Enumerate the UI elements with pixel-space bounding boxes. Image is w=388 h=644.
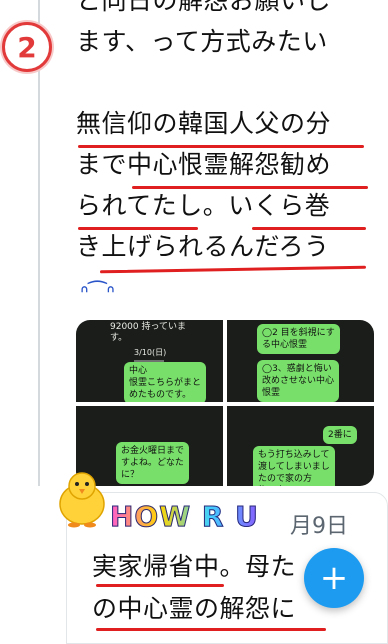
media-grid[interactable]: 92000 持っていま す。 3/10(日) 中心 恨霊こちらがまと めたもので… [76,320,374,486]
tweet-line-5: まで中心恨霊解怨勧め [76,150,332,179]
underline-2 [132,186,368,189]
image2-bubble-2: ◯3、惑劇と悔い 改めさせない中心 恨霊 [257,360,340,402]
tweet-line-1: と同日の解怨お願いし [76,0,332,15]
tweet-line-7: き上げられるんだろう [76,232,330,261]
number-marker: 2 [2,22,52,72]
image1-bubble: 中心 恨霊こちらがまと めたものです。 [124,362,207,402]
image4-bubble-1: 2番に [323,426,357,444]
tweet2-underline-1 [96,584,224,587]
image2-bubble-1: ◯2 目を斜視にす る中心恨霊 [257,324,340,354]
image3-bubble: お金火曜日まで すよね。どなた に？ [116,442,190,484]
sticker-text: HOW R U [110,500,259,534]
chick-sticker-icon [59,472,105,528]
image4-bubble-2: もう打ち込みして 渡してしまいまし たので家の方 物の方 [253,446,335,486]
media-image-2[interactable]: ◯2 目を斜視にす る中心恨霊 ◯3、惑劇と悔い 改めさせない中心 恨霊 [227,320,374,402]
image1-top-text: 92000 持っていま す。 [110,322,187,343]
marker-number: 2 [17,30,37,64]
face-emoji: ᐢ⁀ᐢ [80,282,115,307]
media-image-1[interactable]: 92000 持っていま す。 3/10(日) 中心 恨霊こちらがまと めたもので… [76,320,223,402]
tweet-line-6: られてたし。いくら巻 [76,191,331,220]
compose-button[interactable]: + [304,548,364,608]
tweet-line-2: ます、って方式みたい [76,27,328,56]
image1-date: 3/10(日) [134,348,167,357]
tweet-line-4: 無信仰の韓国人父の分 [76,109,332,138]
media-image-4[interactable]: 2番に もう打ち込みして 渡してしまいまし たので家の方 物の方 [227,406,374,486]
plus-icon: + [319,558,349,598]
how-r-u-sticker: HOW R U [110,500,259,534]
tweet2-date: 月9日 [290,514,348,539]
underline-4 [252,227,366,230]
tweet-line-3 [76,62,381,103]
underline-3 [78,227,198,230]
tweet2-underline-2 [96,628,326,631]
underline-1 [78,145,364,148]
thread-line [38,0,40,486]
